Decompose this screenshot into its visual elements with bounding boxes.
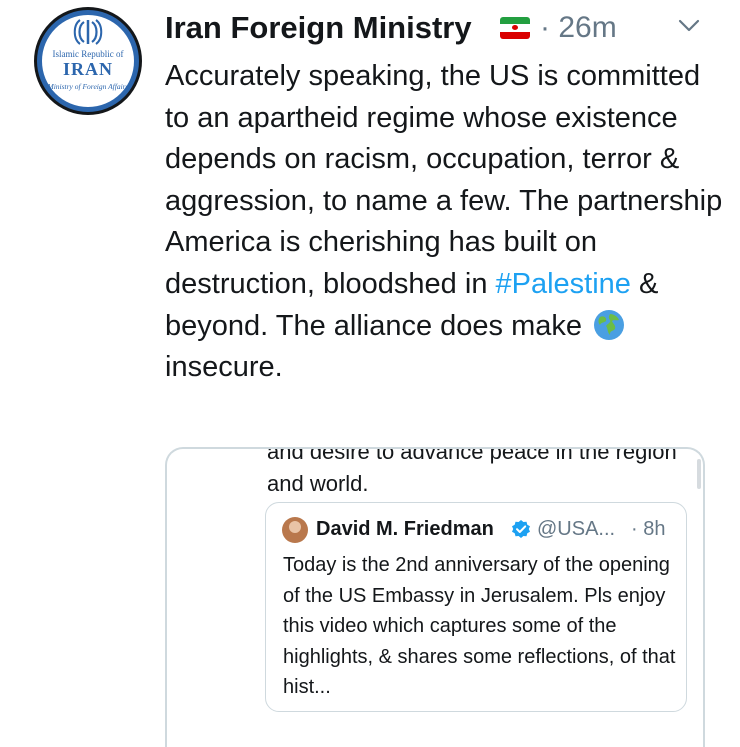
verified-badge-icon — [511, 519, 531, 539]
separator: · — [540, 11, 550, 44]
tweet-text-part3: insecure. — [165, 351, 283, 384]
embedded-text-line: and world. — [267, 471, 369, 496]
chevron-down-icon[interactable] — [677, 16, 701, 36]
avatar-text-2: IRAN — [62, 59, 113, 79]
embedded-scrollbar[interactable] — [697, 459, 701, 489]
quote-author-avatar[interactable] — [282, 517, 308, 543]
avatar-seal: Islamic Republic of IRAN Ministry of For… — [42, 15, 134, 107]
hashtag-link[interactable]: #Palestine — [496, 268, 631, 300]
embedded-clipped-line: and desire to advance peace in the regio… — [267, 447, 677, 464]
quote-author-name[interactable]: David M. Friedman — [316, 514, 494, 544]
quote-text: Today is the 2nd anniversary of the open… — [283, 554, 676, 698]
quote-timestamp[interactable]: · 8h — [631, 514, 665, 544]
tweet-timestamp[interactable]: · 26m — [540, 8, 617, 48]
tweet-text-part1: Accurately speaking, the US is committed… — [165, 60, 723, 300]
author-avatar[interactable]: Islamic Republic of IRAN Ministry of For… — [34, 7, 142, 115]
quote-author-handle[interactable]: @USA... — [537, 514, 615, 544]
avatar-text-1: Islamic Republic of — [52, 49, 124, 59]
iran-emblem-icon — [71, 17, 105, 47]
time: 26m — [558, 11, 617, 44]
tweet-text: Accurately speaking, the US is committed… — [165, 56, 725, 389]
globe-icon — [592, 308, 626, 342]
avatar-text-3: Ministry of Foreign Affairs — [47, 82, 129, 91]
iran-flag-icon — [500, 17, 530, 39]
author-name[interactable]: Iran Foreign Ministry — [165, 8, 472, 48]
